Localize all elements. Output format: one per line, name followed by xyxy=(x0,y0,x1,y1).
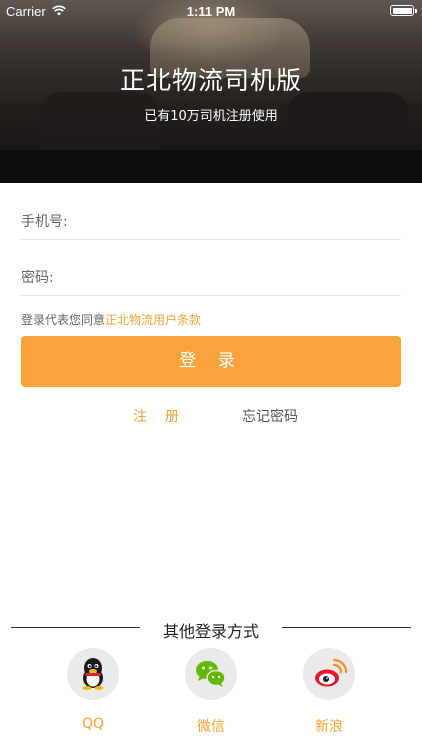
qq-icon xyxy=(82,658,104,690)
other-login-title: 其他登录方式 xyxy=(162,622,259,641)
page-title: 正北物流司机版 xyxy=(119,66,302,95)
clock: 1:11 PM xyxy=(186,4,236,19)
qq-login-button[interactable] xyxy=(67,648,119,700)
phone-input[interactable] xyxy=(80,206,390,234)
wechat-icon xyxy=(196,661,226,687)
wechat-label[interactable]: 微信 xyxy=(181,716,241,736)
password-input[interactable] xyxy=(80,262,390,290)
page-subtitle: 已有10万司机注册使用 xyxy=(144,109,278,124)
weibo-icon xyxy=(315,658,348,687)
user-terms-link[interactable]: 正北物流用户条款 xyxy=(105,313,201,327)
qq-label[interactable]: QQ xyxy=(63,716,123,732)
register-link[interactable]: 注册 xyxy=(133,406,197,426)
forgot-password-link[interactable]: 忘记密码 xyxy=(242,406,298,426)
battery-icon xyxy=(390,5,417,16)
password-label: 密码: xyxy=(21,270,54,286)
divider-right xyxy=(282,627,411,628)
header-banner: Carrier 1:11 PM 正北物流司机版 已有10万司机注册使用 xyxy=(0,0,422,183)
wechat-login-button[interactable] xyxy=(185,648,237,700)
login-button[interactable]: 登 录 xyxy=(21,336,401,387)
status-bar: Carrier 1:11 PM xyxy=(0,0,422,22)
agreement-text: 登录代表您同意正北物流用户条款 xyxy=(21,311,201,328)
agreement-prefix: 登录代表您同意 xyxy=(21,313,106,327)
password-field: 密码: xyxy=(20,256,401,296)
phone-label: 手机号: xyxy=(21,214,68,230)
weibo-label[interactable]: 新浪 xyxy=(299,716,359,736)
phone-field: 手机号: xyxy=(20,200,401,240)
weibo-login-button[interactable] xyxy=(303,648,355,700)
